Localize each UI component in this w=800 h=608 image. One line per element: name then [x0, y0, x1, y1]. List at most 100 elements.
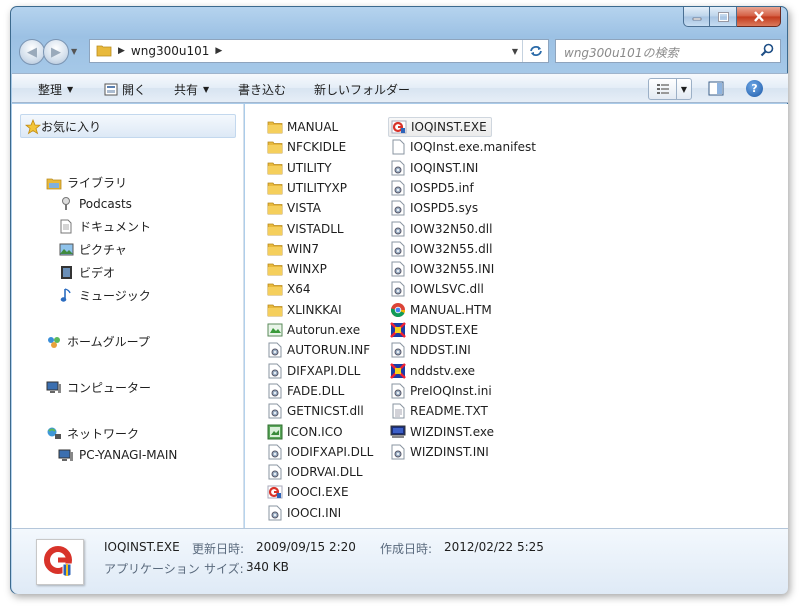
file-name: IOW32N50.dll: [410, 221, 493, 236]
nav-network[interactable]: ネットワーク: [46, 425, 139, 442]
file-item[interactable]: NDDST.EXE: [388, 320, 482, 340]
refresh-button[interactable]: [522, 40, 548, 62]
share-button[interactable]: 共有 ▼: [174, 81, 209, 98]
nav-libraries[interactable]: ライブラリ: [46, 174, 127, 191]
refresh-icon: [529, 46, 542, 56]
nav-documents[interactable]: ドキュメント: [58, 218, 151, 235]
details-file-name: IOQINST.EXE: [104, 540, 180, 554]
nav-favorites[interactable]: お気に入り: [20, 114, 236, 138]
forward-button[interactable]: ▶: [43, 39, 69, 65]
breadcrumb-separator-icon[interactable]: ▶: [118, 46, 125, 56]
file-item[interactable]: FADE.DLL: [265, 381, 348, 401]
minimize-icon: [692, 17, 701, 20]
file-item[interactable]: DIFXAPI.DLL: [265, 361, 364, 381]
search-icon[interactable]: [760, 43, 774, 60]
document-icon: [58, 219, 74, 235]
file-item[interactable]: UTILITY: [265, 158, 336, 178]
nav-buttons: ◀ ▶ ▼: [19, 39, 83, 65]
organize-button[interactable]: 整理 ▼: [38, 81, 73, 98]
file-item[interactable]: XLINKKAI: [265, 300, 346, 320]
file-item[interactable]: PreIOQInst.ini: [388, 381, 496, 401]
minimize-button[interactable]: [683, 7, 710, 27]
file-item[interactable]: IODIFXAPI.DLL: [265, 442, 377, 462]
file-item[interactable]: IOQINST.INI: [388, 158, 482, 178]
library-icon: [46, 175, 62, 191]
file-item[interactable]: MANUAL.HTM: [388, 300, 496, 320]
address-dropdown-icon[interactable]: ▼: [512, 47, 518, 56]
search-box[interactable]: wng300u101の検索: [555, 39, 781, 63]
change-view-button[interactable]: [649, 79, 677, 99]
video-icon: [58, 265, 74, 281]
file-item[interactable]: GETNICST.dll: [265, 401, 368, 421]
application-icon: [390, 362, 406, 379]
settings-file-icon: [390, 342, 406, 358]
preview-pane-icon: [708, 81, 724, 96]
file-item[interactable]: IOSPD5.sys: [388, 198, 482, 218]
file-item[interactable]: WIZDINST.exe: [388, 422, 498, 442]
file-name: IOW32N55.dll: [410, 241, 493, 256]
folder-icon: [267, 139, 283, 155]
file-item[interactable]: WINXP: [265, 259, 331, 279]
application-icon: [390, 322, 406, 338]
view-dropdown-button[interactable]: ▼: [677, 79, 691, 99]
file-item[interactable]: WIN7: [265, 239, 323, 259]
file-item[interactable]: MANUAL: [265, 117, 342, 137]
file-item[interactable]: IODRVAI.DLL: [265, 462, 367, 482]
music-icon: [58, 288, 74, 304]
file-item[interactable]: IOSPD5.inf: [388, 178, 478, 198]
file-name: nddstv.exe: [410, 363, 476, 378]
file-item[interactable]: ICON.ICO: [265, 422, 347, 442]
file-item[interactable]: VISTADLL: [265, 219, 348, 239]
file-item[interactable]: IOWLSVC.dll: [388, 279, 488, 299]
file-item[interactable]: README.TXT: [388, 401, 492, 421]
file-item[interactable]: NDDST.INI: [388, 340, 475, 360]
details-file-type: アプリケーション: [104, 562, 200, 576]
file-item[interactable]: WIZDINST.INI: [388, 442, 493, 462]
details-modified-label: 更新日時:: [192, 542, 245, 556]
file-item[interactable]: AUTORUN.INF: [265, 340, 374, 360]
open-button[interactable]: 開く: [104, 81, 146, 98]
file-item[interactable]: VISTA: [265, 198, 325, 218]
view-list-icon: [656, 84, 669, 94]
nav-podcasts[interactable]: Podcasts: [58, 196, 132, 212]
file-item[interactable]: IOQINST.EXE: [388, 117, 492, 137]
file-item[interactable]: IOOCI.INI: [265, 503, 345, 523]
application-icon: [267, 322, 283, 338]
recent-pages-dropdown[interactable]: ▼: [71, 47, 77, 56]
back-button[interactable]: ◀: [19, 39, 45, 65]
file-item[interactable]: IOW32N55.INI: [388, 259, 498, 279]
nav-pictures[interactable]: ピクチャ: [58, 241, 127, 258]
breadcrumb-separator-icon[interactable]: ▶: [215, 46, 222, 56]
file-item[interactable]: IOOCI.EXE: [265, 482, 353, 502]
file-item[interactable]: UTILITYXP: [265, 178, 351, 198]
burn-button[interactable]: 書き込む: [238, 81, 286, 98]
help-button[interactable]: ?: [746, 80, 763, 97]
breadcrumb-item[interactable]: wng300u101: [131, 44, 209, 58]
file-name: UTILITYXP: [287, 180, 347, 195]
file-item[interactable]: IOW32N55.dll: [388, 239, 496, 259]
folder-icon: [267, 180, 283, 196]
preview-pane-button[interactable]: [708, 81, 724, 99]
search-placeholder[interactable]: wng300u101の検索: [564, 44, 678, 61]
file-item[interactable]: IOW32N50.dll: [388, 219, 496, 239]
file-item[interactable]: X64: [265, 279, 315, 299]
settings-file-icon: [267, 342, 283, 358]
nav-pc-yanagi-main[interactable]: PC-YANAGI-MAIN: [58, 447, 177, 463]
selected-file-icon: [36, 539, 84, 585]
file-item[interactable]: Autorun.exe: [265, 320, 364, 340]
nav-computer[interactable]: コンピューター: [46, 379, 151, 396]
folder-icon: [267, 241, 283, 257]
nav-homegroup[interactable]: ホームグループ: [46, 333, 150, 350]
settings-file-icon: [267, 505, 283, 521]
settings-file-icon: [267, 363, 283, 379]
close-button[interactable]: [737, 7, 781, 27]
file-item[interactable]: NFCKIDLE: [265, 137, 350, 157]
file-item[interactable]: nddstv.exe: [388, 361, 479, 381]
nav-videos[interactable]: ビデオ: [58, 264, 115, 281]
nav-music[interactable]: ミュージック: [58, 287, 151, 304]
new-folder-button[interactable]: 新しいフォルダー: [314, 81, 410, 98]
file-item[interactable]: IOQInst.exe.manifest: [388, 137, 540, 157]
address-bar[interactable]: ▶ wng300u101 ▶ ▼: [89, 39, 549, 63]
settings-file-icon: [390, 444, 406, 460]
maximize-button[interactable]: [710, 7, 737, 27]
